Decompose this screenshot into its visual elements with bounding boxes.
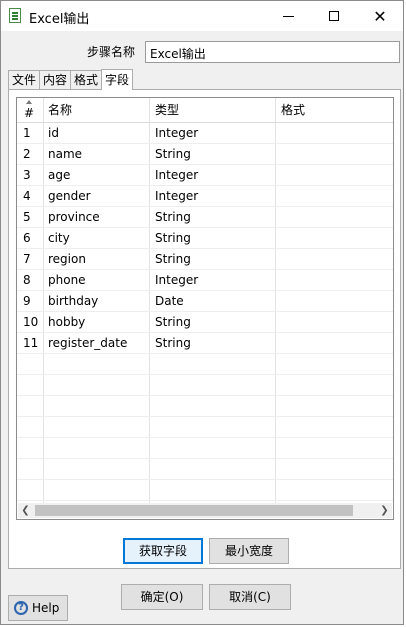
help-icon: ? xyxy=(14,601,28,615)
field-type-cell[interactable]: String xyxy=(155,228,191,249)
row-number: 1 xyxy=(23,126,31,140)
help-button[interactable]: ? Help xyxy=(8,595,68,621)
fields-table: # 名称 类型 格式 1 id Integer 2 name String 3 age Inte… xyxy=(16,97,394,520)
table-row[interactable]: 5 province String xyxy=(17,207,393,228)
field-type-cell[interactable]: String xyxy=(155,333,191,354)
table-row[interactable]: 4 gender Integer xyxy=(17,186,393,207)
window-title: Excel输出 xyxy=(29,12,90,27)
column-header-format[interactable]: 格式 xyxy=(277,98,305,122)
field-name-cell[interactable]: city xyxy=(48,228,70,249)
horizontal-scrollbar[interactable]: ❮ ❯ xyxy=(18,503,392,518)
table-row[interactable] xyxy=(17,459,393,480)
table-row[interactable] xyxy=(17,480,393,501)
field-name-cell[interactable]: region xyxy=(48,249,86,270)
help-label: Help xyxy=(32,601,60,615)
table-row[interactable] xyxy=(17,375,393,396)
maximize-button[interactable] xyxy=(311,1,357,31)
get-fields-button[interactable]: 获取字段 xyxy=(123,538,203,564)
field-type-cell[interactable]: String xyxy=(155,249,191,270)
ok-button[interactable]: 确定(O) xyxy=(121,584,203,610)
row-number: 7 xyxy=(23,252,31,266)
field-name-cell[interactable]: province xyxy=(48,207,100,228)
step-name-label: 步骤名称 xyxy=(87,45,136,59)
table-row[interactable] xyxy=(17,438,393,459)
field-name-cell[interactable]: phone xyxy=(48,270,86,291)
row-number: 3 xyxy=(23,168,31,182)
row-number: 2 xyxy=(23,147,31,161)
field-type-cell[interactable]: Integer xyxy=(155,123,198,144)
field-name-cell[interactable]: hobby xyxy=(48,312,85,333)
row-number: 11 xyxy=(23,336,39,350)
scroll-left-icon[interactable]: ❮ xyxy=(18,503,33,518)
field-name-cell[interactable]: gender xyxy=(48,186,91,207)
title-bar: Excel输出 ✕ xyxy=(1,1,403,31)
field-type-cell[interactable]: String xyxy=(155,144,191,165)
table-row[interactable]: 2 name String xyxy=(17,144,393,165)
field-type-cell[interactable]: Integer xyxy=(155,270,198,291)
tab-content[interactable]: 内容 xyxy=(39,70,72,89)
row-number: 5 xyxy=(23,210,31,224)
close-button[interactable]: ✕ xyxy=(357,1,403,31)
field-type-cell[interactable]: Integer xyxy=(155,186,198,207)
close-icon: ✕ xyxy=(373,6,387,26)
table-row[interactable] xyxy=(17,354,393,375)
table-row[interactable]: 10 hobby String xyxy=(17,312,393,333)
tab-file[interactable]: 文件 xyxy=(8,70,41,89)
field-type-cell[interactable]: Date xyxy=(155,291,184,312)
field-type-cell[interactable]: Integer xyxy=(155,165,198,186)
field-type-cell[interactable]: String xyxy=(155,207,191,228)
table-row[interactable]: 1 id Integer xyxy=(17,123,393,144)
table-header: # 名称 类型 格式 xyxy=(17,98,393,123)
fields-tab-panel: # 名称 类型 格式 1 id Integer 2 name String 3 age Inte… xyxy=(8,89,401,569)
table-row[interactable]: 8 phone Integer xyxy=(17,270,393,291)
scrollbar-thumb[interactable] xyxy=(35,505,353,516)
row-number: 6 xyxy=(23,231,31,245)
column-header-type[interactable]: 类型 xyxy=(151,98,179,122)
row-number: 4 xyxy=(23,189,31,203)
cancel-button[interactable]: 取消(C) xyxy=(209,584,291,610)
table-row[interactable]: 6 city String xyxy=(17,228,393,249)
excel-output-icon xyxy=(9,8,21,23)
maximize-icon xyxy=(329,11,339,21)
row-number: 10 xyxy=(23,315,39,329)
field-type-cell[interactable]: String xyxy=(155,312,191,333)
field-name-cell[interactable]: register_date xyxy=(48,333,127,354)
field-name-cell[interactable]: name xyxy=(48,144,82,165)
table-row[interactable]: 11 register_date String xyxy=(17,333,393,354)
field-name-cell[interactable]: id xyxy=(48,123,59,144)
row-number: 9 xyxy=(23,294,31,308)
tab-bar: 文件 内容 格式 字段 xyxy=(8,69,134,90)
table-row[interactable]: 7 region String xyxy=(17,249,393,270)
tab-fields[interactable]: 字段 xyxy=(101,69,134,90)
minimize-button[interactable] xyxy=(265,1,311,31)
column-header-name[interactable]: 名称 xyxy=(44,98,72,122)
dialog-window: Excel输出 ✕ 步骤名称 Excel输出 文件 内容 格式 字段 # 名称 … xyxy=(0,0,404,625)
table-row[interactable]: 9 birthday Date xyxy=(17,291,393,312)
row-number: 8 xyxy=(23,273,31,287)
minimize-icon xyxy=(282,15,294,17)
scroll-right-icon[interactable]: ❯ xyxy=(377,503,392,518)
min-width-button[interactable]: 最小宽度 xyxy=(209,538,289,564)
table-row[interactable] xyxy=(17,417,393,438)
field-name-cell[interactable]: age xyxy=(48,165,70,186)
table-row[interactable]: 3 age Integer xyxy=(17,165,393,186)
tab-format[interactable]: 格式 xyxy=(70,70,103,89)
field-name-cell[interactable]: birthday xyxy=(48,291,98,312)
step-name-input[interactable]: Excel输出 xyxy=(145,41,400,63)
column-header-num[interactable]: # xyxy=(20,101,34,125)
table-row[interactable] xyxy=(17,396,393,417)
